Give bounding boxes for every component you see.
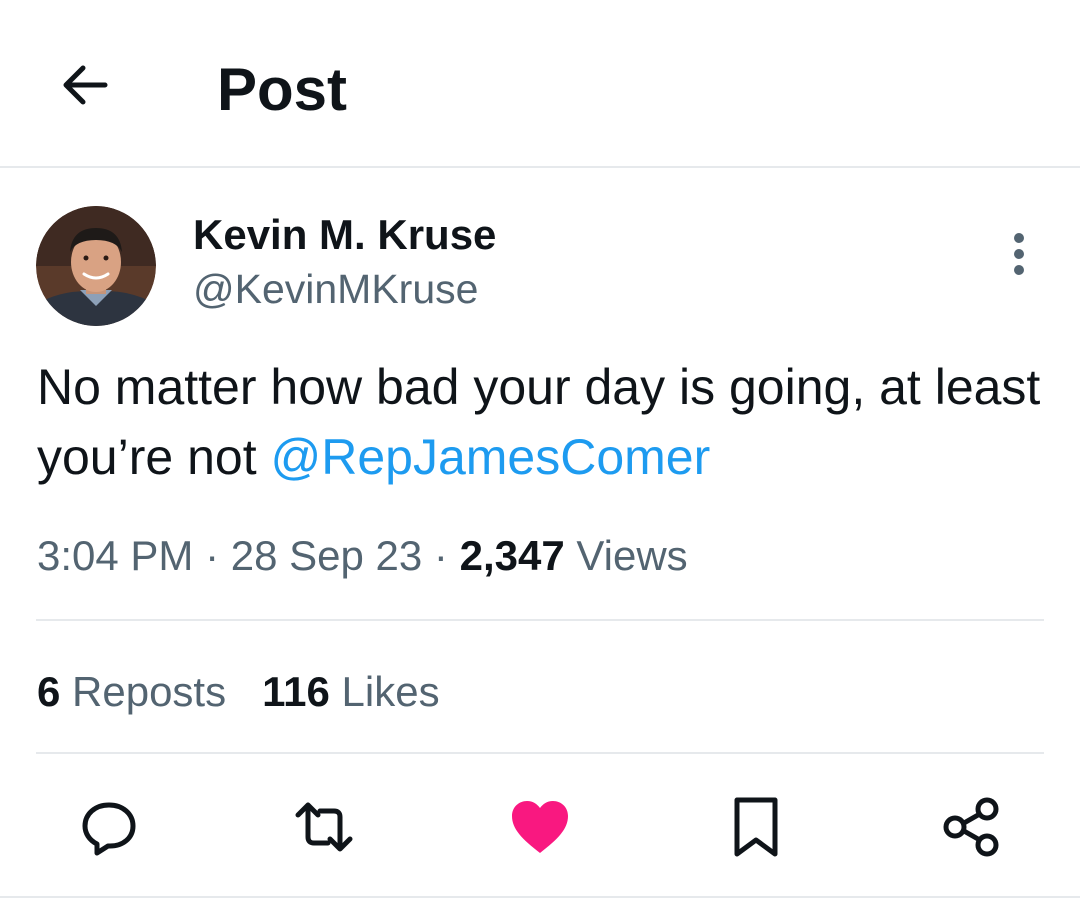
back-button[interactable]: [50, 50, 120, 120]
top-bar: Post: [0, 0, 1080, 168]
post-time[interactable]: 3:04 PM: [37, 532, 193, 579]
arrow-left-icon: [63, 65, 108, 105]
repost-button[interactable]: [279, 782, 369, 872]
meta-separator: ·: [422, 532, 460, 579]
author-handle[interactable]: @KevinMKruse: [193, 264, 478, 314]
mention-link[interactable]: @RepJamesComer: [270, 429, 710, 485]
divider: [0, 896, 1080, 898]
action-bar: [0, 782, 1080, 872]
likes-label: Likes: [329, 668, 440, 715]
reposts-stat[interactable]: 6 Reposts: [37, 668, 226, 715]
share-icon: [943, 797, 999, 857]
user-avatar-photo: [36, 206, 156, 326]
bookmark-button[interactable]: [711, 782, 801, 872]
post-screen: Post Kevin M. Kruse @KevinMKruse No matt…: [0, 0, 1080, 902]
repost-icon: [295, 802, 353, 852]
engagement-stats: 6 Reposts 116 Likes: [37, 664, 440, 720]
reposts-label: Reposts: [60, 668, 227, 715]
post-date[interactable]: 28 Sep 23: [231, 532, 423, 579]
reply-button[interactable]: [64, 782, 154, 872]
divider: [36, 752, 1044, 754]
post-text: No matter how bad your day is going, at …: [37, 352, 1047, 492]
page-title: Post: [217, 56, 348, 123]
reply-icon: [82, 802, 136, 856]
reposts-count: 6: [37, 668, 61, 715]
likes-stat[interactable]: 116 Likes: [262, 668, 439, 715]
author-display-name[interactable]: Kevin M. Kruse: [193, 210, 496, 260]
divider: [36, 619, 1044, 621]
heart-icon: [512, 801, 568, 853]
more-options-button[interactable]: [996, 228, 1042, 280]
share-button[interactable]: [926, 782, 1016, 872]
post-meta: 3:04 PM · 28 Sep 23 · 2,347 Views: [37, 528, 688, 584]
meta-separator: ·: [193, 532, 231, 579]
views-count: 2,347: [459, 532, 565, 579]
bookmark-icon: [734, 797, 778, 857]
like-button[interactable]: [495, 782, 585, 872]
likes-count: 116: [262, 668, 330, 715]
views-label: Views: [564, 532, 688, 579]
avatar[interactable]: [36, 206, 156, 326]
more-vertical-icon: [1014, 233, 1024, 275]
